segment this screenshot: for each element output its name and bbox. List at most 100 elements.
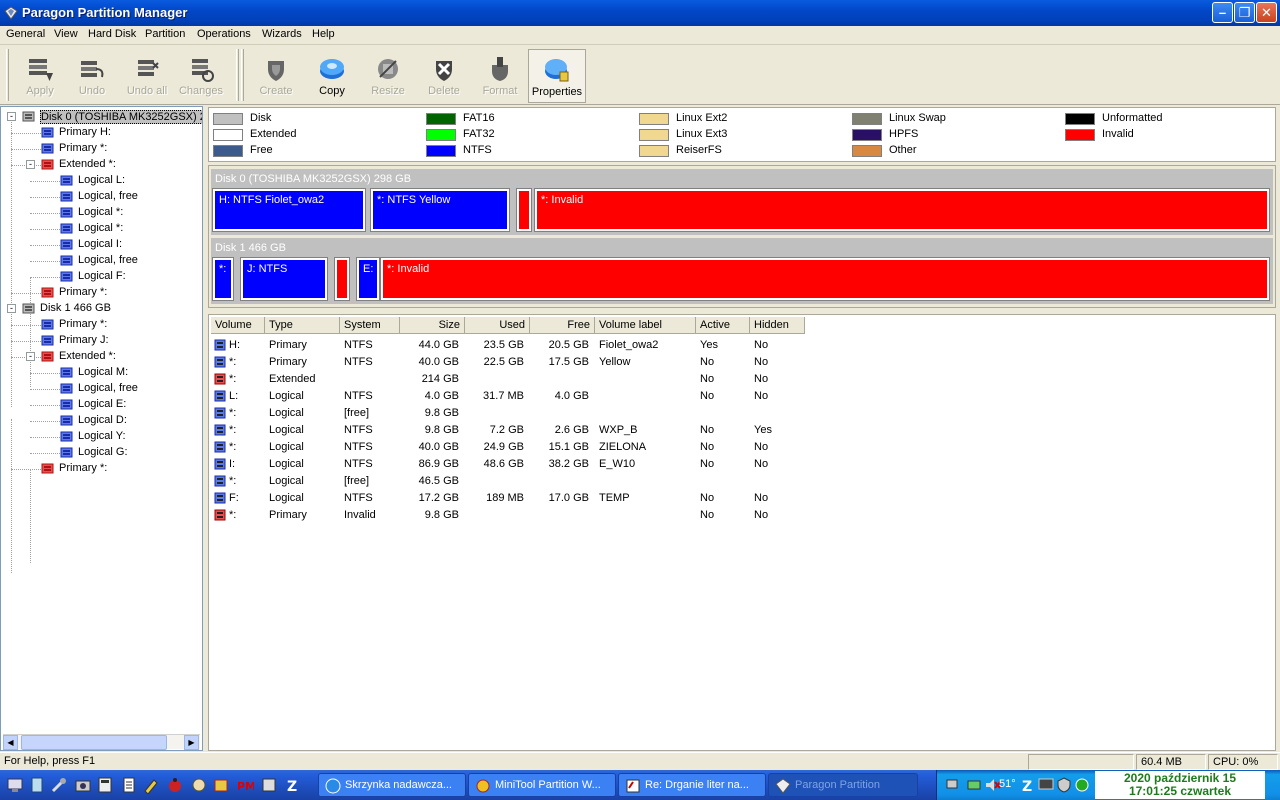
menu-wizards[interactable]: Wizards bbox=[262, 28, 302, 40]
tree-node-label: Logical F: bbox=[78, 270, 126, 282]
tray-temperature[interactable]: 51° bbox=[999, 778, 1016, 790]
menu-view[interactable]: View bbox=[54, 28, 78, 40]
partition-block[interactable]: H: NTFS Fiolet_owa2 bbox=[212, 188, 366, 232]
task-paragon-label: Paragon Partition bbox=[795, 779, 880, 791]
partition-block[interactable]: J: NTFS bbox=[240, 257, 328, 301]
notepad-icon[interactable] bbox=[28, 776, 46, 794]
column-header[interactable]: Size bbox=[400, 317, 465, 334]
table-row[interactable]: F: Logical NTFS 17.2 GB 189 MB 17.0 GB TEMP No N… bbox=[209, 491, 1269, 508]
document-icon[interactable] bbox=[120, 776, 138, 794]
table-row[interactable]: I: Logical NTFS 86.9 GB 48.6 GB 38.2 GB E_W10 N… bbox=[209, 457, 1269, 474]
partition-block[interactable]: *: Invalid bbox=[380, 257, 1270, 301]
toolbar-grip-2[interactable] bbox=[241, 49, 244, 101]
task-minitool[interactable]: MiniTool Partition W... bbox=[468, 773, 616, 797]
tree-node-label: Disk 0 (TOSHIBA MK3252GSX) 29 bbox=[40, 110, 202, 124]
column-header[interactable]: Free bbox=[530, 317, 595, 334]
table-row[interactable]: H: Primary NTFS 44.0 GB 23.5 GB 20.5 GB Fiolet… bbox=[209, 338, 1269, 355]
tree-connector bbox=[30, 373, 60, 374]
table-cell: Logical bbox=[269, 458, 304, 470]
properties-button[interactable]: Properties bbox=[528, 49, 586, 103]
task-outbox[interactable]: Skrzynka nadawcza... bbox=[318, 773, 466, 797]
create-button[interactable]: Create bbox=[250, 49, 302, 103]
collapse-toggle[interactable]: - bbox=[7, 112, 16, 121]
column-header[interactable]: Active bbox=[696, 317, 750, 334]
network-icon[interactable] bbox=[945, 776, 963, 794]
disk-0-row[interactable]: Disk 0 (TOSHIBA MK3252GSX) 298 GB H: NTF… bbox=[211, 169, 1273, 235]
bug-icon[interactable] bbox=[166, 776, 184, 794]
table-cell: [free] bbox=[344, 475, 370, 487]
settings-app-icon[interactable] bbox=[260, 776, 278, 794]
partition-block[interactable] bbox=[516, 188, 532, 232]
scroll-thumb[interactable] bbox=[21, 735, 167, 750]
minimize-button[interactable]: – bbox=[1212, 2, 1233, 23]
apply-button[interactable]: Apply bbox=[14, 49, 66, 103]
tree-node-label: Logical Y: bbox=[78, 430, 126, 442]
collapse-toggle[interactable]: - bbox=[7, 304, 16, 313]
show-desktop-icon[interactable] bbox=[6, 776, 24, 794]
table-row[interactable]: L: Logical NTFS 4.0 GB 31.7 MB 4.0 GB No No bbox=[209, 389, 1269, 406]
legend-label: Linux Ext2 bbox=[676, 112, 728, 124]
legend-label: FAT16 bbox=[463, 112, 495, 124]
column-header[interactable]: Type bbox=[265, 317, 340, 334]
pencil-icon[interactable] bbox=[142, 776, 160, 794]
resize-button[interactable]: Resize bbox=[362, 49, 414, 103]
undo-all-button[interactable]: Undo all bbox=[120, 49, 174, 103]
zip-icon[interactable]: Z bbox=[284, 776, 302, 794]
collapse-toggle[interactable]: - bbox=[26, 160, 35, 169]
table-row[interactable]: *: Logical [free] 46.5 GB bbox=[209, 474, 1269, 491]
pdf-icon[interactable]: PM bbox=[236, 776, 254, 794]
table-cell: 4.0 GB bbox=[554, 390, 589, 402]
monitor-icon[interactable] bbox=[1037, 776, 1055, 794]
legend-swatch bbox=[213, 129, 243, 141]
legend-label: Extended bbox=[250, 128, 297, 140]
disk-1-row[interactable]: Disk 1 466 GB *: J: NTFS E: *: Invalid bbox=[211, 238, 1273, 304]
shield-icon[interactable] bbox=[1055, 776, 1073, 794]
collapse-toggle[interactable]: - bbox=[26, 352, 35, 361]
menu-hard-disk[interactable]: Hard Disk bbox=[88, 28, 136, 40]
column-header[interactable]: Hidden bbox=[750, 317, 805, 334]
menu-operations[interactable]: Operations bbox=[197, 28, 251, 40]
partition-block[interactable]: *: NTFS Yellow bbox=[370, 188, 510, 232]
undo-button[interactable]: Undo bbox=[68, 49, 116, 103]
format-button[interactable]: Format bbox=[474, 49, 526, 103]
copy-button[interactable]: Copy bbox=[306, 49, 358, 103]
menu-partition[interactable]: Partition bbox=[145, 28, 185, 40]
table-row[interactable]: *: Logical NTFS 9.8 GB 7.2 GB 2.6 GB WXP_B No Ye… bbox=[209, 423, 1269, 440]
partition-block[interactable]: *: Invalid bbox=[534, 188, 1270, 232]
maximize-button[interactable]: ❐ bbox=[1234, 2, 1255, 23]
archive-icon[interactable] bbox=[212, 776, 230, 794]
tree-node-label: Logical M: bbox=[78, 366, 129, 378]
headset-icon[interactable] bbox=[190, 776, 208, 794]
delete-button[interactable]: Delete bbox=[418, 49, 470, 103]
camera-icon[interactable] bbox=[74, 776, 92, 794]
partition-block[interactable]: E: bbox=[356, 257, 380, 301]
column-header[interactable]: System bbox=[340, 317, 400, 334]
partition-block[interactable]: *: bbox=[212, 257, 234, 301]
calculator-icon[interactable] bbox=[96, 776, 114, 794]
scroll-left-button[interactable]: ◀ bbox=[3, 735, 18, 750]
column-header[interactable]: Used bbox=[465, 317, 530, 334]
column-header[interactable]: Volume bbox=[211, 317, 265, 334]
table-row[interactable]: *: Primary Invalid 9.8 GB No No bbox=[209, 508, 1269, 525]
close-button[interactable]: ✕ bbox=[1256, 2, 1277, 23]
menu-help[interactable]: Help bbox=[312, 28, 335, 40]
table-row[interactable]: *: Logical NTFS 40.0 GB 24.9 GB 15.1 GB ZIELON… bbox=[209, 440, 1269, 457]
menu-general[interactable]: General bbox=[6, 28, 45, 40]
antivirus-icon[interactable] bbox=[1073, 776, 1091, 794]
tray-zip-icon[interactable]: Z bbox=[1019, 776, 1037, 794]
tools-icon[interactable] bbox=[50, 776, 68, 794]
table-row[interactable]: *: Primary NTFS 40.0 GB 22.5 GB 17.5 GB Yellow… bbox=[209, 355, 1269, 372]
task-paragon[interactable]: Paragon Partition bbox=[768, 773, 918, 797]
scroll-right-button[interactable]: ▶ bbox=[184, 735, 199, 750]
table-row[interactable]: *: Extended 214 GB No No bbox=[209, 372, 1269, 389]
partition-block[interactable] bbox=[334, 257, 350, 301]
task-reply-mail[interactable]: Re: Drganie liter na... bbox=[618, 773, 766, 797]
changes-button[interactable]: Changes bbox=[176, 49, 226, 103]
clock[interactable]: 2020 październik 15 17:01:25 czwartek bbox=[1095, 771, 1265, 799]
toolbar-grip[interactable] bbox=[6, 49, 9, 101]
disk-tree[interactable]: - Disk 0 (TOSHIBA MK3252GSX) 29 Primary H:… bbox=[0, 106, 203, 751]
battery-icon[interactable] bbox=[965, 776, 983, 794]
table-row[interactable]: *: Logical [free] 9.8 GB bbox=[209, 406, 1269, 423]
tree-horizontal-scrollbar[interactable]: ◀ ▶ bbox=[3, 734, 200, 750]
column-header[interactable]: Volume label bbox=[595, 317, 696, 334]
